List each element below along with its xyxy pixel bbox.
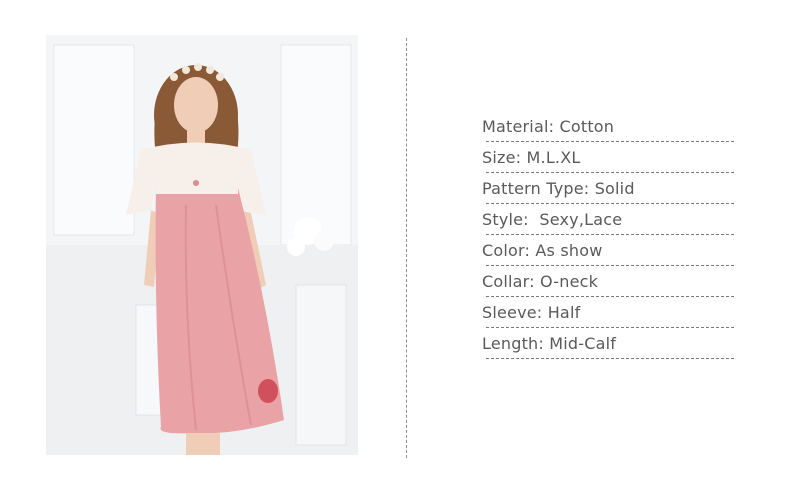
spec-label: Collar:: [482, 272, 535, 291]
spec-row-style: Style: Sexy,Lace: [482, 204, 734, 235]
spec-value: Mid-Calf: [549, 334, 617, 353]
product-photo: [46, 35, 358, 455]
spec-row-collar: Collar: O-neck: [482, 266, 734, 297]
spec-row-sleeve: Sleeve: Half: [482, 297, 734, 328]
product-detail-page: Material: Cotton Size: M.L.XL Pattern Ty…: [0, 0, 800, 500]
spec-value: O-neck: [540, 272, 599, 291]
spec-label: Style:: [482, 210, 529, 229]
spec-row-size: Size: M.L.XL: [482, 142, 734, 173]
spec-label: Sleeve:: [482, 303, 543, 322]
spec-row-color: Color: As show: [482, 235, 734, 266]
vertical-divider: [406, 38, 407, 458]
spec-row-pattern-type: Pattern Type: Solid: [482, 173, 734, 204]
spec-label: Length:: [482, 334, 544, 353]
spec-value: Half: [547, 303, 581, 322]
spec-row-material: Material: Cotton: [482, 111, 734, 142]
spec-value: Sexy,Lace: [534, 210, 623, 229]
spec-value: M.L.XL: [526, 148, 581, 167]
spec-label: Size:: [482, 148, 522, 167]
spec-value: Solid: [594, 179, 635, 198]
spec-value: Cotton: [559, 117, 615, 136]
spec-label: Material:: [482, 117, 555, 136]
dashed-rule: [486, 358, 734, 359]
spec-label: Pattern Type:: [482, 179, 590, 198]
spec-list: Material: Cotton Size: M.L.XL Pattern Ty…: [482, 111, 734, 359]
spec-value: As show: [535, 241, 603, 260]
spec-label: Color:: [482, 241, 531, 260]
spec-row-length: Length: Mid-Calf: [482, 328, 734, 359]
